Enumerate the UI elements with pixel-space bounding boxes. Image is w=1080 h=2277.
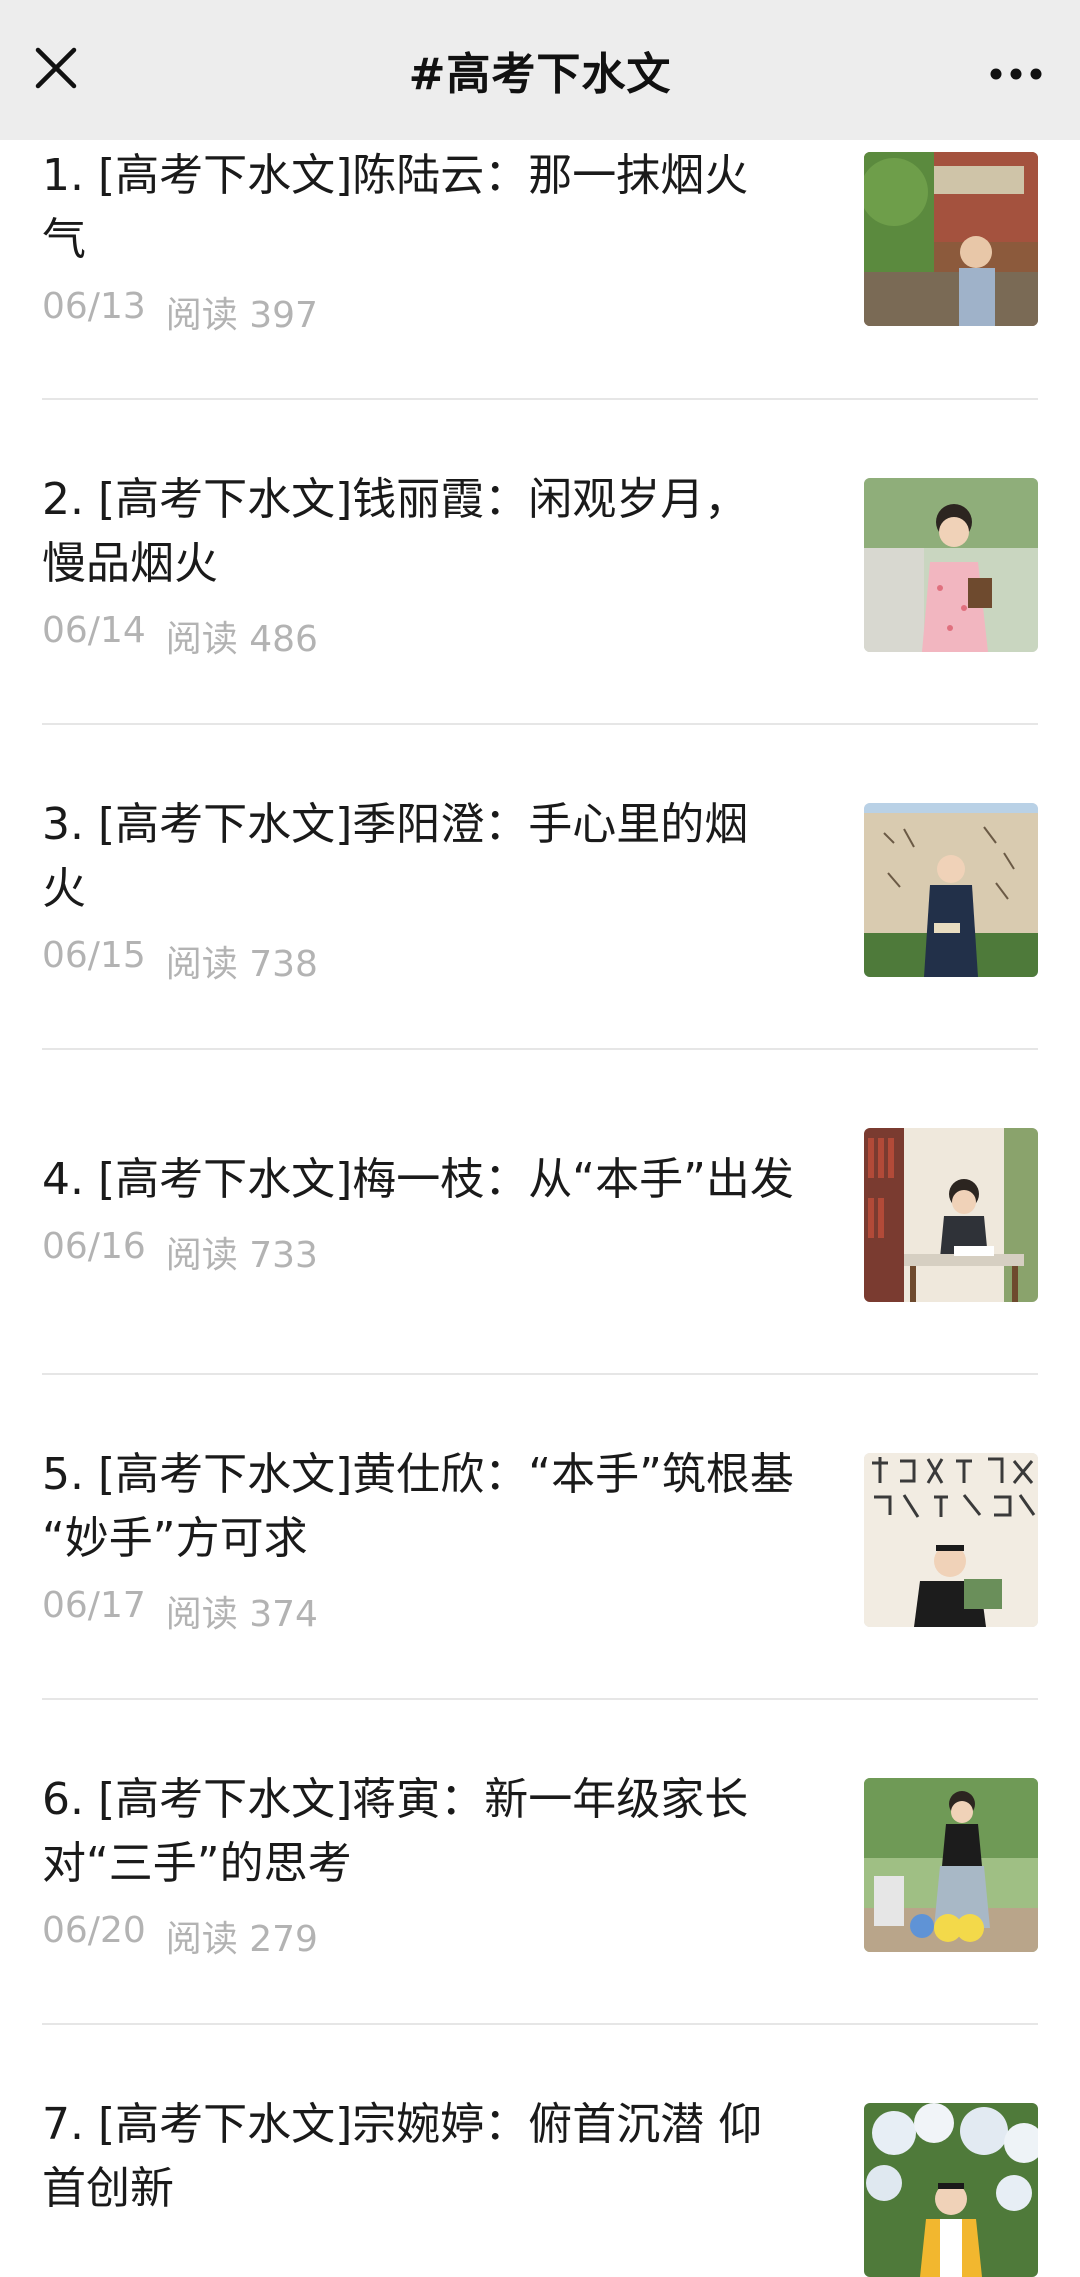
list-item[interactable]: 3. [高考下水文]季阳澄：手心里的烟 火 06/15 阅读 738 (0, 725, 1080, 1050)
article-date: 06/17 (42, 1585, 146, 1626)
article-title: 1. [高考下水文]陈陆云：那一抹烟火 气 (42, 150, 749, 265)
thumb-teacher-floral-dress[interactable] (864, 478, 1038, 652)
page-title: #高考下水文 (408, 49, 672, 100)
thumb-teacher-reading[interactable] (864, 1453, 1038, 1627)
article-read-count: 阅读 374 (165, 1594, 318, 1635)
more-dots-icon[interactable] (986, 46, 1046, 102)
list-item[interactable]: 5. [高考下水文]黄仕欣：“本手”筑根基 “妙手”方可求 06/17 阅读 3… (0, 1375, 1080, 1700)
article-date: 06/15 (42, 935, 146, 976)
thumb-teacher-outdoor[interactable] (864, 152, 1038, 326)
list-item[interactable]: 6. [高考下水文]蒋寅：新一年级家长 对“三手”的思考 06/20 阅读 27… (0, 1700, 1080, 2025)
article-title: 2. [高考下水文]钱丽霞：闲观岁月， 慢品烟火 (42, 474, 749, 589)
article-title: 5. [高考下水文]黄仕欣：“本手”筑根基 “妙手”方可求 (42, 1449, 794, 1564)
list-item[interactable]: 2. [高考下水文]钱丽霞：闲观岁月， 慢品烟火 06/14 阅读 486 (0, 400, 1080, 725)
article-date: 06/14 (42, 610, 146, 651)
article-date: 06/13 (42, 286, 146, 327)
article-read-count: 阅读 279 (165, 1919, 318, 1960)
article-title: 4. [高考下水文]梅一枝：从“本手”出发 (42, 1154, 794, 1205)
article-date: 06/16 (42, 1226, 146, 1267)
top-nav-bar: #高考下水文 (0, 0, 1080, 140)
article-title: 7. [高考下水文]宗婉婷：俯首沉潜 仰 首创新 (42, 2099, 763, 2214)
article-title: 3. [高考下水文]季阳澄：手心里的烟 火 (42, 799, 749, 914)
article-list: 1. [高考下水文]陈陆云：那一抹烟火 气 06/13 阅读 397 2. [高… (0, 140, 1080, 2277)
article-read-count: 阅读 397 (165, 295, 318, 336)
list-item[interactable]: 7. [高考下水文]宗婉婷：俯首沉潜 仰 首创新 (0, 2025, 1080, 2277)
list-item[interactable]: 1. [高考下水文]陈陆云：那一抹烟火 气 06/13 阅读 397 (0, 140, 1080, 400)
thumb-teacher-calligraphy-wall[interactable] (864, 803, 1038, 977)
list-item[interactable]: 4. [高考下水文]梅一枝：从“本手”出发 06/16 阅读 733 (0, 1050, 1080, 1375)
thumb-park-balloons[interactable] (864, 1778, 1038, 1952)
article-read-count: 阅读 486 (165, 619, 318, 660)
article-title: 6. [高考下水文]蒋寅：新一年级家长 对“三手”的思考 (42, 1774, 749, 1889)
close-icon[interactable] (28, 40, 84, 96)
thumb-hydrangea[interactable] (864, 2103, 1038, 2277)
article-read-count: 阅读 738 (165, 944, 318, 985)
article-date: 06/20 (42, 1910, 146, 1951)
thumb-teacher-library[interactable] (864, 1128, 1038, 1302)
article-read-count: 阅读 733 (165, 1235, 318, 1276)
